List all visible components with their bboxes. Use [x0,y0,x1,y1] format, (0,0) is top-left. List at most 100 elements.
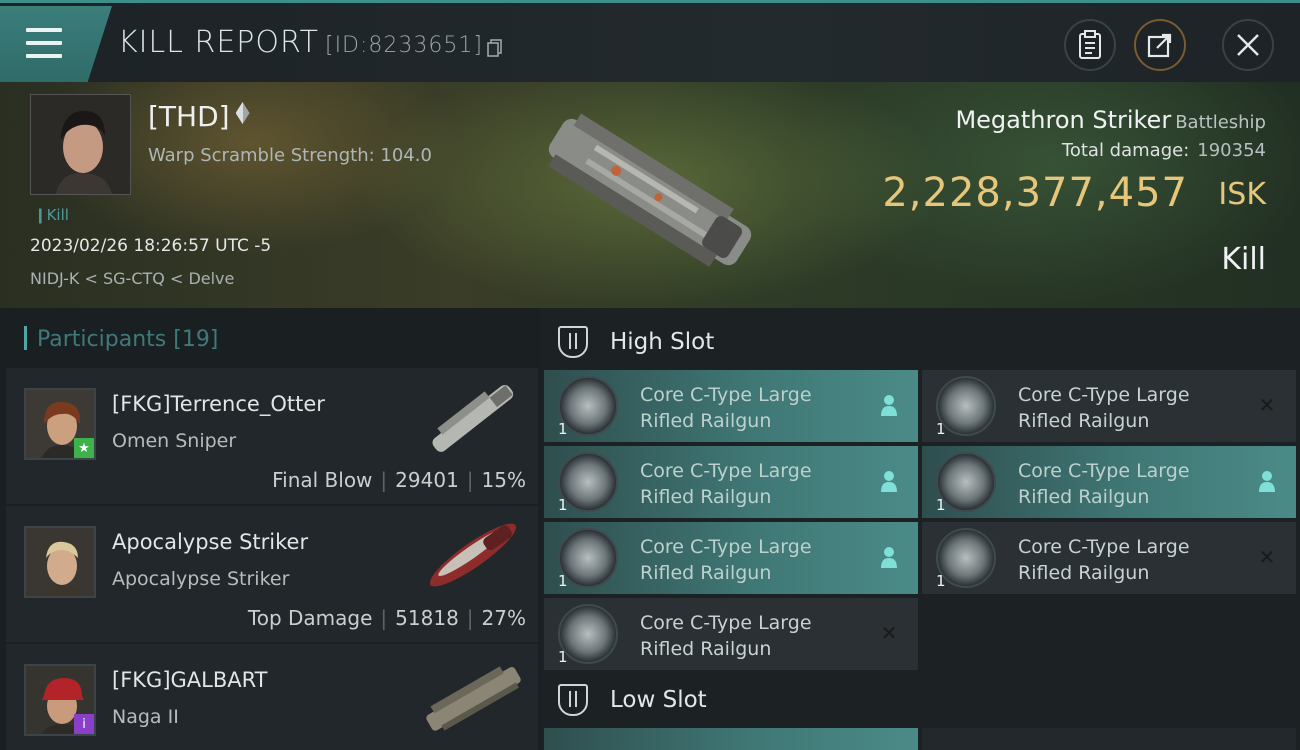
report-id: [ID:8233651] [324,33,483,58]
module-slot[interactable]: 1 Core C-Type Large Rifled Railgun [544,522,918,594]
participant-name: [FKG]GALBART [112,668,268,692]
isk-value: 2,228,377,457 [882,170,1188,216]
module-quantity: 1 [936,572,946,590]
menu-button[interactable] [0,6,112,83]
kill-location[interactable]: NIDJ-K < SG-CTQ < Delve [30,269,234,288]
title-text: KILL REPORT [118,25,319,60]
hamburger-icon [26,28,62,58]
total-damage: Total damage: 190354 [1062,140,1266,161]
module-name: Core C-Type Large Rifled Railgun [1018,382,1190,434]
module-slot[interactable] [922,728,1296,750]
module-slot[interactable]: 1 Core C-Type Large Rifled Railgun ✕ [544,598,918,670]
module-name-line1: Core C-Type Large [1018,384,1190,406]
report-button[interactable] [1064,19,1116,71]
module-name-line1: Core C-Type Large [640,612,812,634]
module-slot[interactable]: 1 Core C-Type Large Rifled Railgun [544,446,918,518]
participants-panel: Participants [19] ★ [FKG]Terrence_Otter … [0,308,540,750]
close-icon: ✕ [1258,545,1276,569]
module-quantity: 1 [558,648,568,666]
participant-stats: Top Damage | 51818 | 27% [247,606,526,630]
module-name: Core C-Type Large Rifled Railgun [1018,534,1190,586]
avatar: ★ [24,388,96,460]
module-name-line2: Rifled Railgun [1018,562,1150,584]
module-name-line1: Core C-Type Large [1018,536,1190,558]
participant-ship: Omen Sniper [112,430,237,452]
alliance-diamond-icon [235,102,250,124]
scram-strength: Warp Scramble Strength: 104.0 [148,145,432,166]
victim-corp[interactable]: [THD] [148,100,250,133]
total-damage-value: 190354 [1197,140,1266,161]
star-icon: ★ [74,438,94,458]
participant-name: [FKG]Terrence_Otter [112,392,325,416]
module-quantity: 1 [558,572,568,590]
victim-ship[interactable]: Megathron Striker Battleship [955,106,1266,134]
low-slot-icon [558,684,588,716]
module-quantity: 1 [558,496,568,514]
module-quantity: 1 [936,420,946,438]
module-quantity: 1 [558,420,568,438]
clipboard-icon [1079,30,1101,59]
module-name-line1: Core C-Type Large [640,384,812,406]
share-button[interactable] [1134,19,1186,71]
ship-icon [426,666,521,731]
module-name: Core C-Type Large Rifled Railgun [1018,458,1190,510]
copy-icon[interactable] [487,39,503,57]
ship-class: Battleship [1175,112,1266,133]
person-icon [1256,470,1278,492]
participants-label: Participants [37,327,167,352]
participant-percent: 27% [481,606,526,630]
info-icon: i [74,714,94,734]
participant-name: Apocalypse Striker [112,530,309,554]
close-icon [1237,34,1259,56]
person-icon [878,394,900,416]
kill-tag: ❙Kill [34,206,69,224]
ship-name: Megathron Striker [955,106,1172,134]
participants-count: [19] [173,327,219,352]
share-icon [1147,33,1172,58]
avatar [24,526,96,598]
page-title: KILL REPORT [ID:8233651] [118,25,483,60]
participant-tag: Final Blow [272,468,373,492]
low-slot-label: Low Slot [610,687,707,713]
module-slot[interactable]: 1 Core C-Type Large Rifled Railgun ✕ [922,522,1296,594]
participant-tag: Top Damage [247,606,373,630]
avatar: i [24,664,96,736]
close-icon: ✕ [880,621,898,645]
module-slot[interactable] [544,728,918,750]
module-slot[interactable]: 1 Core C-Type Large Rifled Railgun ✕ [922,370,1296,442]
kill-tag-label: Kill [46,206,69,224]
participant-damage: 51818 [395,606,459,630]
isk-unit: ISK [1218,177,1266,212]
total-damage-label: Total damage: [1061,140,1190,161]
fitting-panel: High Slot 1 Core C-Type Large Rifled Rail… [540,308,1300,750]
module-name-line1: Core C-Type Large [1018,460,1190,482]
module-name-line2: Rifled Railgun [640,562,772,584]
ship-icon [429,523,517,587]
close-icon: ✕ [1258,393,1276,417]
module-name-line1: Core C-Type Large [640,536,812,558]
kill-datetime: 2023/02/26 18:26:57 UTC -5 [30,236,272,256]
participant-row[interactable]: i [FKG]GALBART Naga II [6,644,538,750]
participant-row[interactable]: ★ [FKG]Terrence_Otter Omen Sniper Final … [6,368,538,504]
pilot-avatar-icon [31,95,130,194]
pilot-avatar-icon [26,528,94,596]
ship-icon [432,384,514,452]
low-slot-header: Low Slot [558,684,707,716]
close-button[interactable] [1222,19,1274,71]
module-quantity: 1 [936,496,946,514]
corp-tag: [THD] [148,100,230,133]
victim-portrait[interactable] [30,94,131,195]
participant-stats: Final Blow | 29401 | 15% [272,468,526,492]
high-slot-icon [558,326,588,358]
module-name: Core C-Type Large Rifled Railgun [640,458,812,510]
module-slot[interactable]: 1 Core C-Type Large Rifled Railgun [922,446,1296,518]
module-name: Core C-Type Large Rifled Railgun [640,382,812,434]
participant-percent: 15% [481,468,526,492]
participant-row[interactable]: Apocalypse Striker Apocalypse Striker To… [6,506,538,642]
module-slot[interactable]: 1 Core C-Type Large Rifled Railgun [544,370,918,442]
kill-result: Kill [1221,242,1266,277]
person-icon [878,546,900,568]
participant-damage: 29401 [395,468,459,492]
high-slot-header: High Slot [558,326,714,358]
participant-ship: Apocalypse Striker [112,568,290,590]
